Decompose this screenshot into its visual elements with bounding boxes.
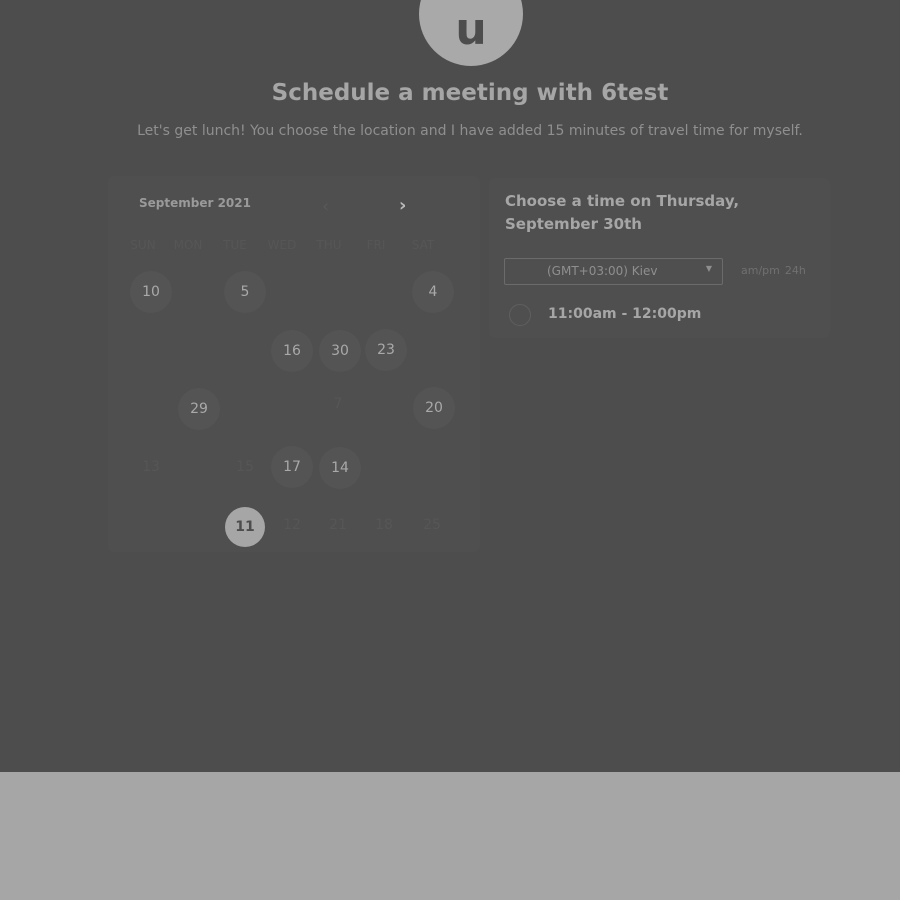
calendar-day[interactable]: 20 [413,387,455,429]
calendar-day-unavailable: 12 [283,517,301,533]
page-title: Schedule a meeting with 6test [271,80,669,106]
calendar-day-unavailable: 15 [236,459,254,475]
calendar-day[interactable]: 5 [224,271,266,313]
format-24h-option[interactable]: 24h [785,264,806,277]
calendar-day-unavailable: 21 [329,517,347,533]
calendar-day-unavailable: 25 [423,517,441,533]
meeting-description: Let's get lunch! You choose the location… [137,123,803,139]
chevron-left-icon[interactable]: ‹ [322,196,329,217]
weekday-mon: MON [173,238,203,252]
calendar-day-selected[interactable]: 11 [225,507,265,547]
calendar-day[interactable]: 4 [412,271,454,313]
month-label: September 2021 [139,196,251,210]
calendar-day-unavailable: 18 [375,517,393,533]
time-slot-label[interactable]: 11:00am - 12:00pm [548,306,701,322]
calendar-day[interactable]: 29 [178,388,220,430]
slot-radio[interactable] [509,304,531,326]
calendar-day-unavailable: 13 [142,459,160,475]
weekday-tue: TUE [223,238,247,252]
weekday-sun: SUN [130,238,156,252]
calendar-day[interactable]: 14 [319,447,361,489]
weekday-thu: THU [316,238,342,252]
avatar-initial: u [455,3,487,55]
caret-down-icon: ▼ [705,264,712,273]
time-panel-heading: Choose a time on Thursday, September 30t… [505,192,740,233]
format-ampm-option[interactable]: am/pm [741,264,780,277]
page: u Schedule a meeting with 6test Let's ge… [0,0,900,900]
timezone-value: (GMT+03:00) Kiev [547,264,658,278]
weekday-sat: SAT [411,238,435,252]
calendar-day[interactable]: 17 [271,446,313,488]
calendar-day[interactable]: 30 [319,330,361,372]
weekday-fri: FRI [366,238,386,252]
calendar-day[interactable]: 10 [130,271,172,313]
timezone-select[interactable]: (GMT+03:00) Kiev ▼ [504,258,723,285]
time-format-toggle: am/pm 24h [741,264,811,277]
calendar-day[interactable]: 23 [365,329,407,371]
chevron-right-icon[interactable]: › [399,195,406,216]
weekday-wed: WED [267,238,297,252]
calendar-day-unavailable: 7 [333,396,343,412]
calendar-day[interactable]: 16 [271,330,313,372]
